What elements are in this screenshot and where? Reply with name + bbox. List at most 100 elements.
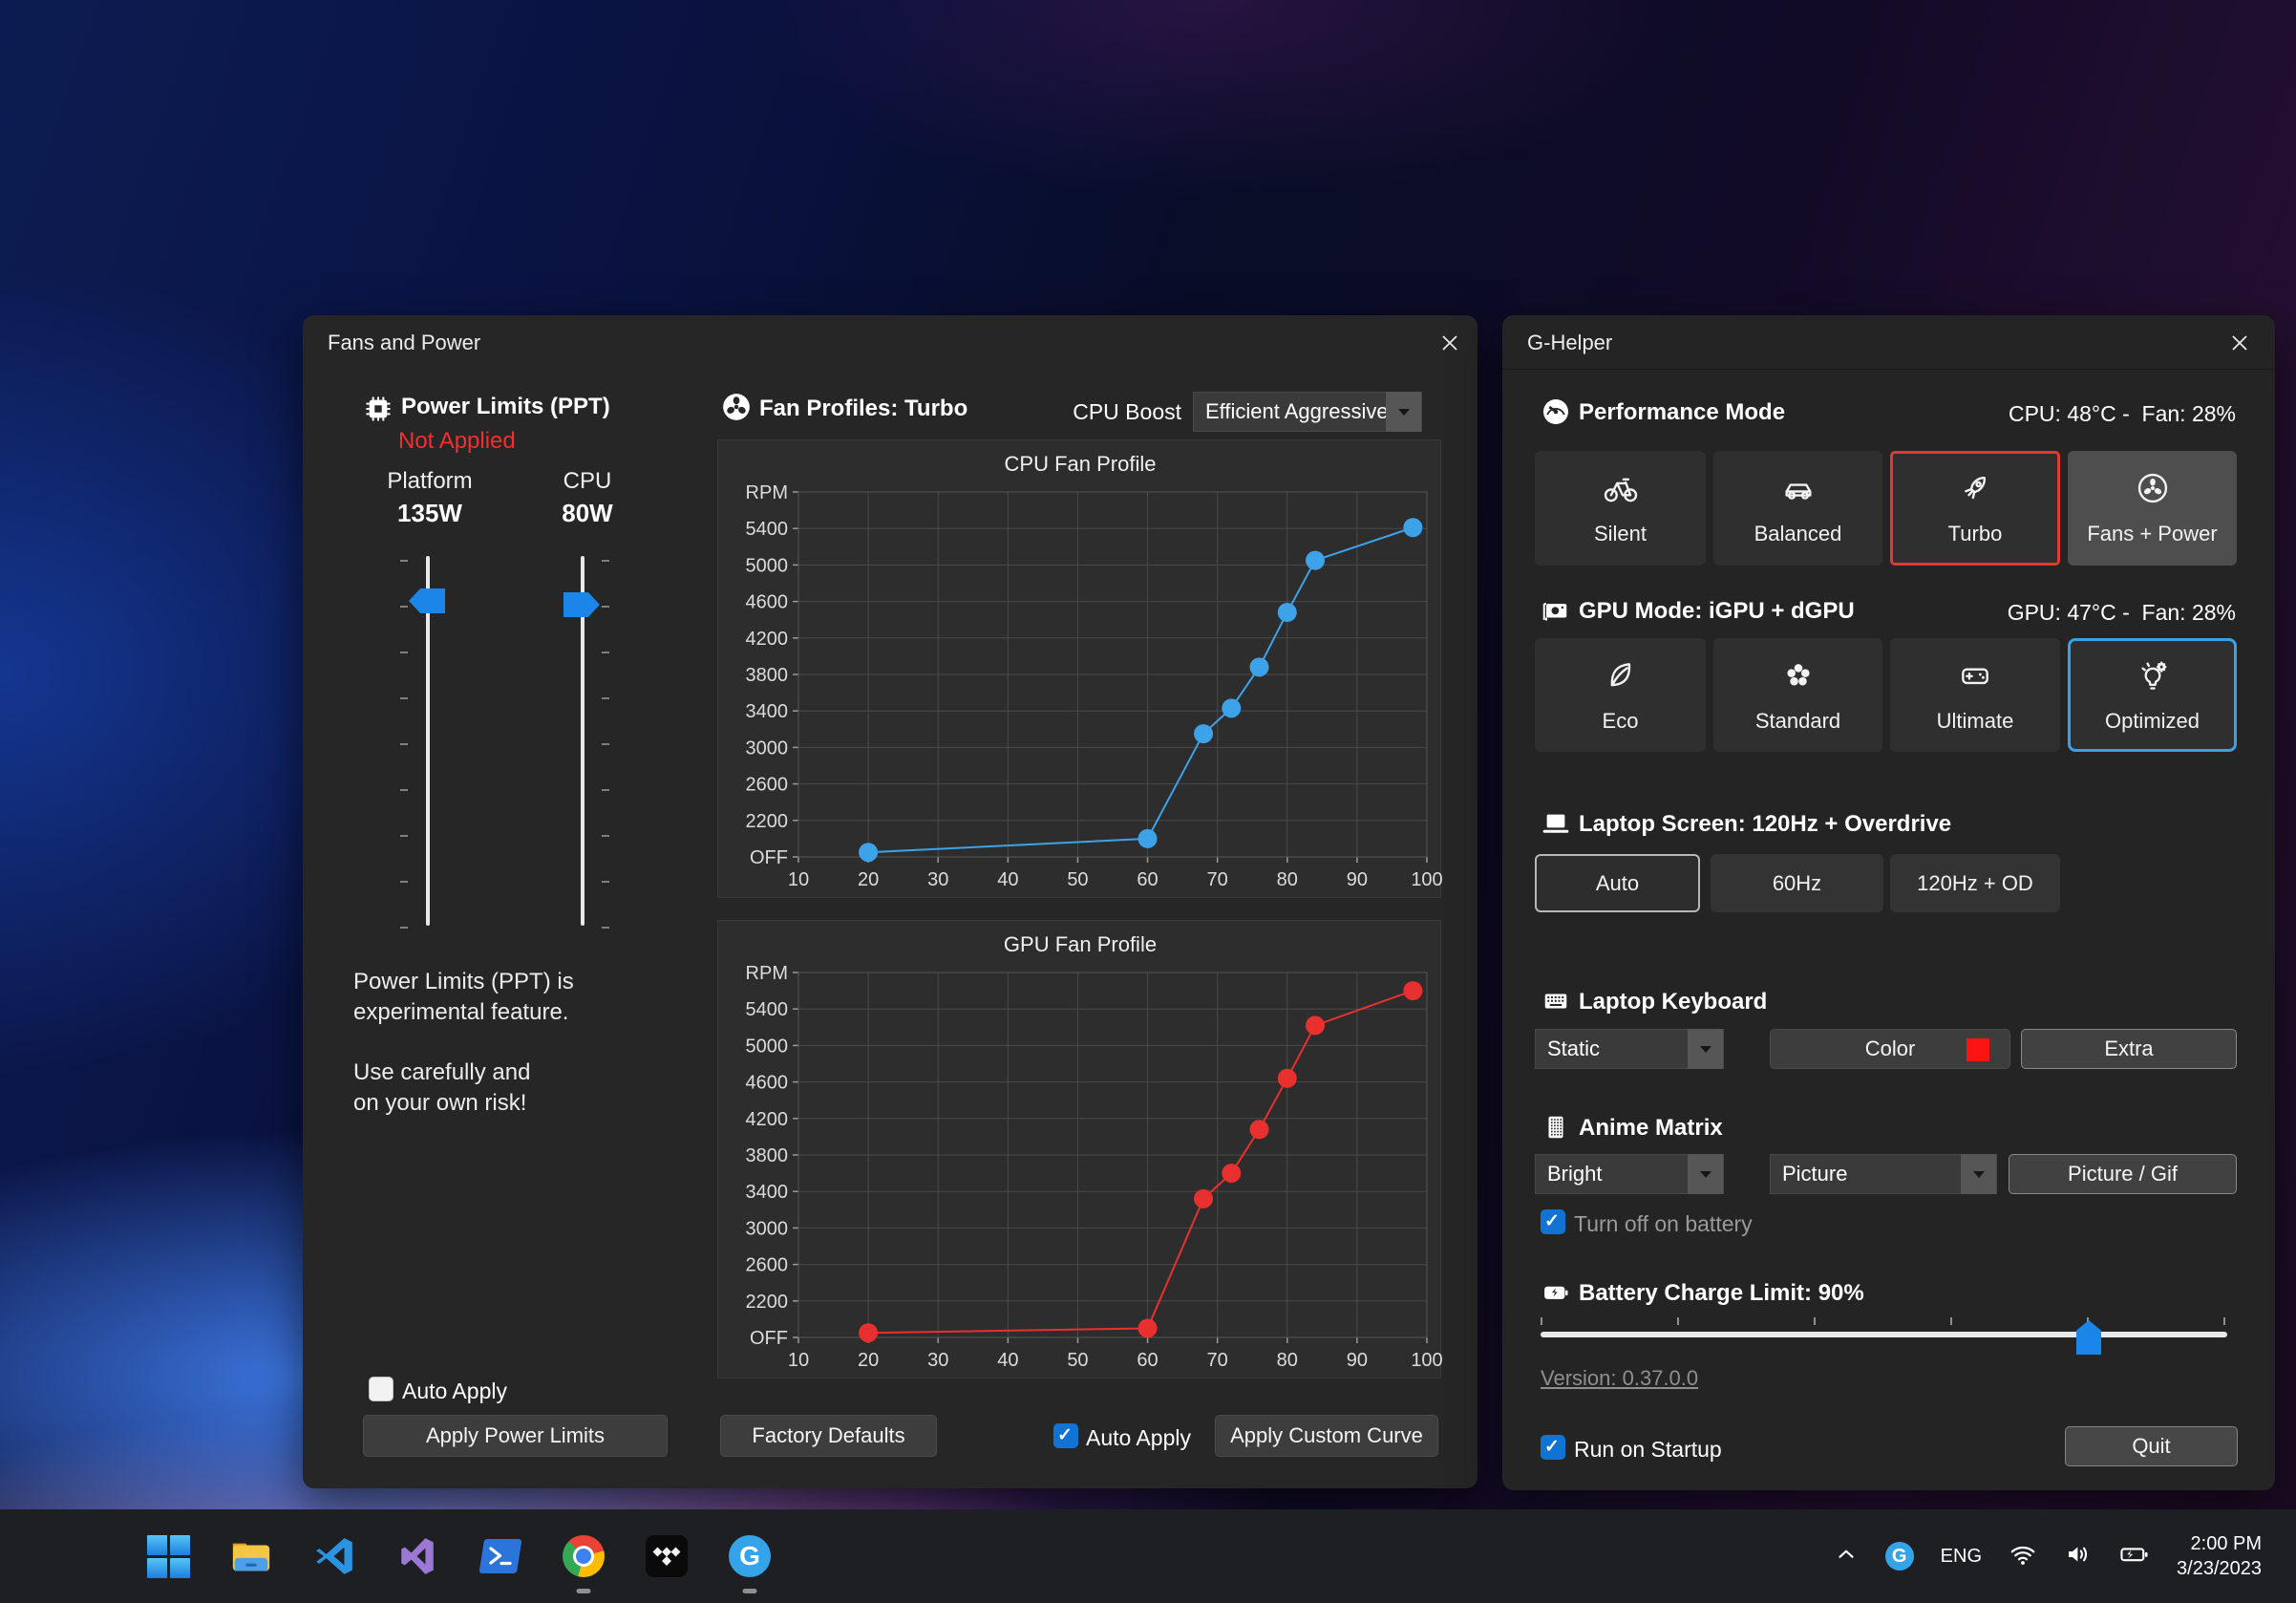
svg-text:4600: 4600 <box>746 1073 789 1094</box>
battery-slider-track[interactable] <box>1541 1332 2227 1337</box>
laptop-icon <box>1541 809 1570 843</box>
battery-slider-ticks <box>1541 1317 2227 1325</box>
performance-silent-button[interactable]: Silent <box>1535 451 1706 566</box>
cpu-fan-profile-chart[interactable]: CPU Fan ProfileOFF2200260030003400380042… <box>717 439 1441 898</box>
fans-power-button[interactable]: Fans + Power <box>2068 451 2237 566</box>
clock[interactable]: 2:00 PM 3/23/2023 <box>2177 1531 2262 1581</box>
laptop-screen-header: Laptop Screen: 120Hz + Overdrive <box>1579 811 1951 838</box>
platform-slider-ticks <box>400 560 408 929</box>
volume-icon[interactable] <box>2064 1540 2093 1573</box>
gpu-mode-header: GPU Mode: iGPU + dGPU <box>1579 598 1855 625</box>
factory-defaults-button[interactable]: Factory Defaults <box>720 1415 937 1457</box>
gauge-icon <box>1541 397 1570 431</box>
matrix-brightness-dropdown[interactable]: Bright <box>1535 1154 1724 1194</box>
battery-tray-icon[interactable] <box>2119 1540 2150 1573</box>
g-helper-icon[interactable] <box>728 1534 772 1578</box>
visual-studio-icon[interactable] <box>395 1534 439 1578</box>
gpu-fan-profile-chart[interactable]: GPU Fan ProfileOFF2200260030003400380042… <box>717 920 1441 1379</box>
svg-text:100: 100 <box>1411 869 1442 890</box>
chrome-icon[interactable] <box>562 1534 606 1578</box>
gpu-ultimate-button[interactable]: Ultimate <box>1890 638 2060 752</box>
mode-button-label: Turbo <box>1948 522 2003 546</box>
quit-button[interactable]: Quit <box>2065 1426 2238 1466</box>
tidal-icon[interactable] <box>645 1534 689 1578</box>
auto-apply-curve-checkbox[interactable] <box>1053 1423 1078 1448</box>
chip-icon <box>363 394 393 429</box>
cpu-boost-dropdown[interactable]: Efficient Aggressive <box>1193 392 1422 432</box>
platform-slider-value: 135W <box>358 499 501 528</box>
power-limits-note-line1: Power Limits (PPT) is <box>353 969 574 995</box>
svg-text:30: 30 <box>927 869 948 890</box>
ghelper-titlebar[interactable]: G-Helper <box>1502 315 2275 370</box>
platform-slider-thumb[interactable] <box>409 588 445 613</box>
fans-window-titlebar[interactable]: Fans and Power <box>303 315 1478 370</box>
chevron-down-icon[interactable] <box>1386 392 1421 432</box>
chevron-down-icon[interactable] <box>1961 1154 1996 1194</box>
screen-60hz-button[interactable]: 60Hz <box>1711 854 1883 912</box>
screen-auto-button[interactable]: Auto <box>1535 854 1700 912</box>
auto-apply-curve-label: Auto Apply <box>1086 1425 1191 1451</box>
svg-text:2200: 2200 <box>746 811 789 832</box>
keyboard-extra-button[interactable]: Extra <box>2021 1029 2237 1069</box>
svg-text:50: 50 <box>1067 869 1088 890</box>
fan-icon <box>721 392 752 427</box>
bulb-gear-icon <box>2135 657 2171 699</box>
auto-apply-power-checkbox[interactable] <box>369 1377 393 1401</box>
chevron-down-icon[interactable] <box>1688 1029 1723 1069</box>
tray-chevron-up-icon[interactable] <box>1834 1542 1859 1571</box>
cpu-slider-thumb[interactable] <box>563 592 600 617</box>
vscode-icon[interactable] <box>312 1534 356 1578</box>
svg-text:3400: 3400 <box>746 1182 789 1203</box>
mode-button-label: Balanced <box>1754 522 1842 546</box>
svg-text:5400: 5400 <box>746 999 789 1020</box>
power-limits-note-line4: on your own risk! <box>353 1090 526 1117</box>
mode-button-label: Silent <box>1594 522 1647 546</box>
svg-text:2600: 2600 <box>746 775 789 796</box>
run-on-startup-checkbox[interactable] <box>1541 1435 1565 1460</box>
turn-off-on-battery-label: Turn off on battery <box>1574 1211 1753 1237</box>
battery-slider-thumb[interactable] <box>2076 1320 2101 1355</box>
color-swatch[interactable] <box>1966 1038 1989 1061</box>
keyboard-mode-value: Static <box>1536 1037 1600 1061</box>
performance-turbo-button[interactable]: Turbo <box>1890 451 2060 566</box>
close-icon[interactable] <box>2227 331 2252 355</box>
gpu-temp-status: GPU: 47°C - Fan: 28% <box>2008 600 2236 626</box>
powershell-icon[interactable] <box>478 1534 522 1578</box>
cpu-slider-value: 80W <box>516 499 659 528</box>
file-explorer-icon[interactable] <box>229 1534 273 1578</box>
taskbar-apps <box>0 1534 772 1578</box>
running-indicator <box>743 1589 757 1593</box>
auto-apply-power-label: Auto Apply <box>402 1379 507 1404</box>
battery-icon <box>1541 1278 1570 1312</box>
screen-120hz-od-button[interactable]: 120Hz + OD <box>1890 854 2060 912</box>
close-icon[interactable] <box>1437 331 1462 355</box>
anime-matrix-header: Anime Matrix <box>1579 1115 1723 1142</box>
keyboard-icon <box>1541 987 1570 1020</box>
flower-icon <box>1780 657 1817 699</box>
gpu-eco-button[interactable]: Eco <box>1535 638 1706 752</box>
gpu-standard-button[interactable]: Standard <box>1713 638 1882 752</box>
picture-gif-button[interactable]: Picture / Gif <box>2009 1154 2237 1194</box>
apply-custom-curve-button[interactable]: Apply Custom Curve <box>1215 1415 1438 1457</box>
laptop-keyboard-header: Laptop Keyboard <box>1579 989 1767 1015</box>
matrix-mode-value: Picture <box>1771 1162 1847 1186</box>
windows-start-icon[interactable] <box>146 1534 190 1578</box>
keyboard-color-button[interactable]: Color <box>1770 1029 2010 1069</box>
performance-balanced-button[interactable]: Balanced <box>1713 451 1882 566</box>
keyboard-mode-dropdown[interactable]: Static <box>1535 1029 1724 1069</box>
gpu-optimized-button[interactable]: Optimized <box>2068 638 2237 752</box>
version-link[interactable]: Version: 0.37.0.0 <box>1541 1366 1698 1391</box>
svg-text:2200: 2200 <box>746 1292 789 1313</box>
g-helper-tray-icon[interactable] <box>1885 1542 1914 1571</box>
language-indicator[interactable]: ENG <box>1941 1546 1982 1568</box>
svg-text:GPU Fan Profile: GPU Fan Profile <box>1004 932 1157 956</box>
chevron-down-icon[interactable] <box>1688 1154 1723 1194</box>
rocket-icon <box>1957 470 1993 512</box>
svg-text:90: 90 <box>1347 1350 1368 1371</box>
svg-text:10: 10 <box>788 869 809 890</box>
turn-off-on-battery-checkbox[interactable] <box>1541 1209 1565 1234</box>
wifi-icon[interactable] <box>2009 1540 2037 1573</box>
svg-text:4200: 4200 <box>746 1109 789 1130</box>
apply-power-limits-button[interactable]: Apply Power Limits <box>363 1415 668 1457</box>
matrix-mode-dropdown[interactable]: Picture <box>1770 1154 1997 1194</box>
